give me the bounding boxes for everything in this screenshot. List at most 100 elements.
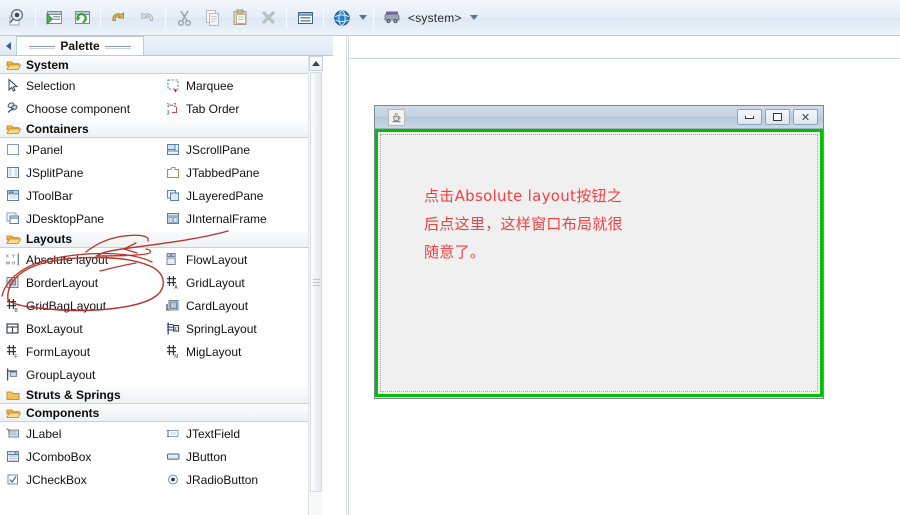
design-canvas-surface[interactable]: ✕ 点击Absolute layout按钮之 后点这里，这样窗口布局就很 随意了…	[349, 58, 900, 515]
palette-item-jlayeredpane[interactable]: JLayeredPane	[160, 184, 313, 207]
palette-item-jtabbedpane[interactable]: JTabbedPane	[160, 161, 313, 184]
choose-component-icon	[7, 102, 18, 114]
panel-splitter[interactable]	[333, 36, 347, 515]
palette-item-label: GridLayout	[186, 275, 245, 290]
palette-item-jtextfield[interactable]: JTextField	[160, 422, 313, 445]
svg-text:3: 3	[167, 111, 170, 116]
palette-section-components[interactable]: Components	[0, 404, 313, 422]
refresh-icon[interactable]	[69, 5, 95, 31]
laf-icon[interactable]	[379, 5, 405, 31]
palette-item-absolute-layout[interactable]: X Y W H Absolute layout	[0, 248, 160, 271]
palette-item-jtoolbar[interactable]: JToolBar	[0, 184, 160, 207]
palette-item-label: JCheckBox	[26, 472, 87, 487]
jlayeredpane-icon	[167, 190, 179, 201]
folder-closed-icon	[6, 391, 20, 400]
palette-item-jlabel[interactable]: JLabel	[0, 422, 160, 445]
minimize-icon[interactable]	[737, 109, 762, 125]
palette-scrollbar[interactable]	[308, 56, 323, 515]
delete-icon[interactable]	[255, 5, 281, 31]
undo-icon[interactable]	[106, 5, 132, 31]
palette-item-label: Marquee	[186, 78, 234, 93]
laf-value-label: <system>	[408, 10, 462, 25]
jcombobox-icon	[7, 451, 19, 462]
palette-item-tab-order[interactable]: 1 2 3 Tab Order	[160, 97, 313, 120]
annotation-note-text: 点击Absolute layout按钮之 后点这里，这样窗口布局就很 随意了。	[424, 187, 623, 261]
designed-jframe[interactable]: ✕ 点击Absolute layout按钮之 后点这里，这样窗口布局就很 随意了…	[374, 105, 824, 399]
tab-order-icon: 1 2 3	[167, 103, 177, 116]
palette-item-jpanel[interactable]: JPanel	[0, 138, 160, 161]
jframe-content-pane[interactable]: 点击Absolute layout按钮之 后点这里，这样窗口布局就很 随意了。	[375, 129, 823, 397]
palette-item-jsplitpane[interactable]: JSplitPane	[0, 161, 160, 184]
paste-icon[interactable]	[227, 5, 253, 31]
palette-item-label: JSplitPane	[26, 165, 84, 180]
globe-icon[interactable]	[329, 5, 355, 31]
design-canvas[interactable]: ✕ 点击Absolute layout按钮之 后点这里，这样窗口布局就很 随意了…	[348, 36, 900, 515]
palette-item-jradiobutton[interactable]: JRadioButton	[160, 468, 313, 491]
tab-palette[interactable]: Palette	[16, 36, 144, 55]
palette-item-grouplayout[interactable]: GroupLayout	[0, 363, 160, 386]
jtoolbar-icon	[7, 190, 19, 201]
maximize-icon[interactable]	[765, 109, 790, 125]
palette-item-formlayout[interactable]: F FormLayout	[0, 340, 160, 363]
cut-icon[interactable]	[171, 5, 197, 31]
palette-item-boxlayout[interactable]: BoxLayout	[0, 317, 160, 340]
palette-item-miglayout[interactable]: M MigLayout	[160, 340, 313, 363]
palette-item-label: MigLayout	[186, 344, 242, 359]
palette-item-choose-component[interactable]: Choose component	[0, 97, 160, 120]
palette-item-jinternalframe[interactable]: JInternalFrame	[160, 207, 313, 230]
chevron-left-icon[interactable]	[0, 37, 16, 55]
jframe-window-buttons: ✕	[737, 109, 818, 125]
palette-item-flowlayout[interactable]: FlowLayout	[160, 248, 313, 271]
inspect-icon[interactable]	[4, 5, 30, 31]
redo-icon[interactable]	[134, 5, 160, 31]
absolute-layout-icon: X Y W H	[6, 253, 19, 266]
palette-item-gridlayout[interactable]: A GridLayout	[160, 271, 313, 294]
marquee-icon	[167, 79, 179, 93]
grouplayout-icon	[6, 368, 18, 381]
folder-open-icon	[6, 409, 21, 418]
palette-item-selection[interactable]: Selection	[0, 74, 160, 97]
jlabel-icon	[6, 428, 19, 438]
jtabbedpane-icon	[167, 167, 179, 178]
palette-item-gridbaglayout[interactable]: B GridBagLayout	[0, 294, 160, 317]
svg-text:B: B	[14, 308, 18, 313]
tab-grip-left-icon	[29, 45, 56, 47]
jframe-title-bar[interactable]: ✕	[375, 106, 823, 129]
palette-section-containers-items: JPanel JScrollPane JSplitPane JTabbedPan…	[0, 138, 313, 230]
palette-item-jdesktoppane[interactable]: JDesktopPane	[0, 207, 160, 230]
palette-section-layouts[interactable]: Layouts	[0, 230, 313, 248]
palette-item-cardlayout[interactable]: CardLayout	[160, 294, 313, 317]
palette-item-label: GridBagLayout	[26, 298, 107, 313]
svg-text:1: 1	[167, 103, 170, 109]
palette-section-system[interactable]: System	[0, 56, 313, 74]
palette-item-jcombobox[interactable]: JComboBox	[0, 445, 160, 468]
palette-item-jbutton[interactable]: JButton	[160, 445, 313, 468]
palette-item-marquee[interactable]: Marquee	[160, 74, 313, 97]
miglayout-icon: M	[167, 345, 178, 359]
cursor-arrow-icon	[8, 78, 19, 92]
folder-open-icon	[6, 61, 21, 70]
jbutton-icon	[167, 453, 180, 460]
folder-open-icon	[6, 235, 21, 244]
palette-item-label: CardLayout	[186, 298, 249, 313]
palette-section-containers[interactable]: Containers	[0, 120, 313, 138]
test-run-icon[interactable]	[41, 5, 67, 31]
formlayout-icon: F	[7, 345, 17, 359]
springlayout-icon: z	[167, 322, 180, 335]
close-icon[interactable]: ✕	[793, 109, 818, 125]
laf-dropdown-arrow-icon[interactable]	[468, 5, 481, 31]
palette-section-label: Struts & Springs	[26, 388, 121, 402]
palette-item-label: FlowLayout	[186, 252, 248, 267]
globe-dropdown-arrow-icon[interactable]	[356, 5, 369, 31]
palette-item-borderlayout[interactable]: BorderLayout	[0, 271, 160, 294]
palette-item-springlayout[interactable]: z SpringLayout	[160, 317, 313, 340]
palette-item-jcheckbox[interactable]: JCheckBox	[0, 468, 160, 491]
scroll-up-icon[interactable]	[309, 56, 323, 71]
cardlayout-icon	[166, 300, 179, 311]
scrollbar-thumb[interactable]	[310, 72, 322, 492]
palette-section-struts-and-springs[interactable]: Struts & Springs	[0, 386, 313, 404]
copy-icon[interactable]	[199, 5, 225, 31]
layout-properties-icon[interactable]	[292, 5, 318, 31]
palette-item-jscrollpane[interactable]: JScrollPane	[160, 138, 313, 161]
jinternalframe-icon	[167, 213, 179, 224]
